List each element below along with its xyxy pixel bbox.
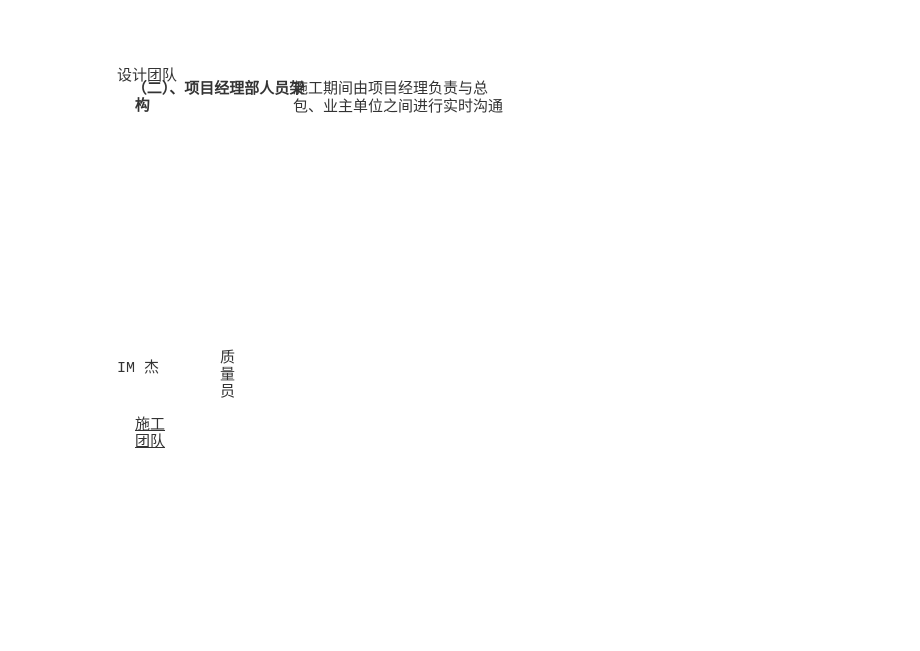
section-heading: （二）、项目经理部人员架	[132, 80, 305, 98]
body-text-line1: 施工期间由项目经理负责与总	[293, 80, 488, 98]
quality-inspector-label: 质量员	[217, 349, 235, 400]
construction-team-label-1: 施工	[135, 416, 165, 434]
body-text-line2: 包、业主单位之间进行实时沟通	[293, 98, 503, 116]
im-jie-label: IM 杰	[117, 360, 159, 378]
section-heading-suffix: 构	[135, 97, 150, 115]
construction-team-label-2: 团队	[135, 433, 165, 451]
